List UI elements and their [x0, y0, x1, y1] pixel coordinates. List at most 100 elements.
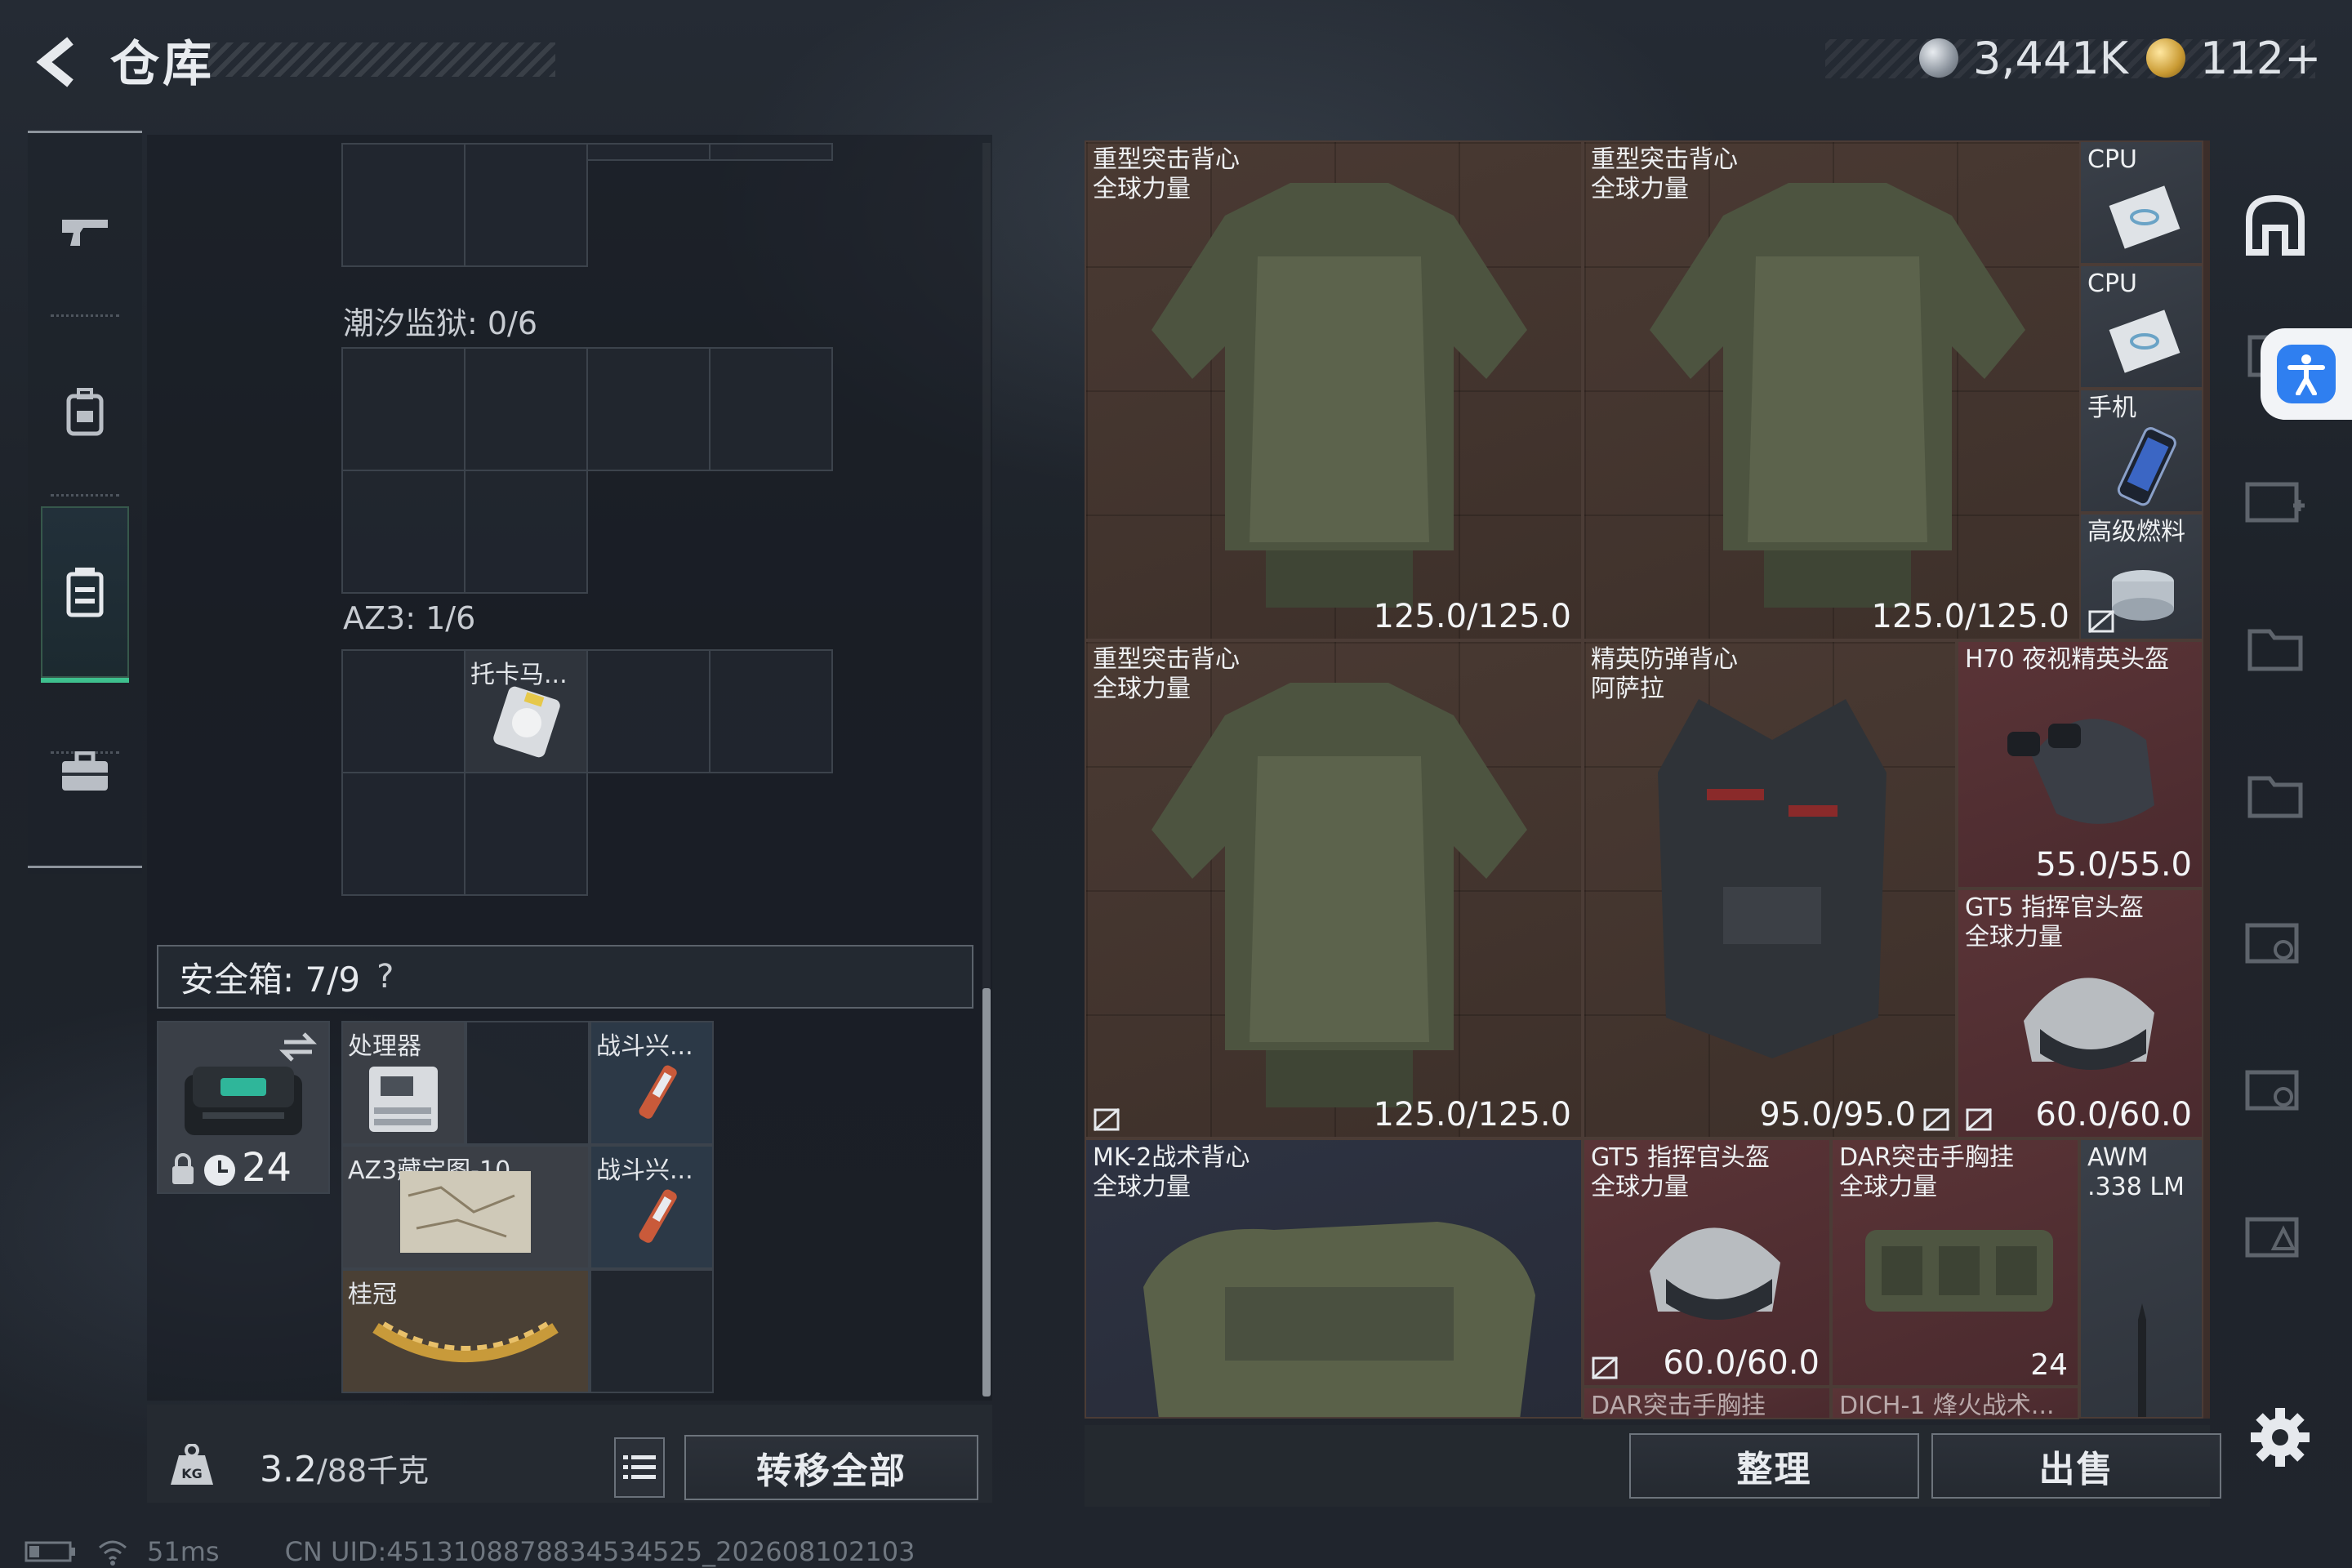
item-tile[interactable]: AWM .338 LM — [2079, 1138, 2203, 1419]
tidal-prison-label: 潮汐监狱: 0/6 — [343, 305, 538, 341]
safe-box-container[interactable]: 24天 — [157, 1021, 330, 1194]
safe-box-icon — [185, 1067, 302, 1135]
grid-cell[interactable] — [590, 1269, 714, 1393]
grid-cell[interactable] — [341, 772, 466, 896]
lock-icon — [172, 1153, 194, 1184]
item-tile[interactable]: H70 夜视精英头盔 55.0/55.0 — [1957, 640, 2203, 889]
item-tile[interactable]: 重型突击背心 全球力量 125.0/125.0 — [1085, 140, 1583, 640]
item-tile[interactable]: 重型突击背心 全球力量 125.0/125.0 — [1583, 140, 2081, 640]
list-view-button[interactable] — [614, 1437, 665, 1498]
weight-value: 3.2 — [260, 1449, 317, 1490]
tokamak-icon — [493, 686, 560, 758]
item-tile[interactable]: DAR突击手胸挂 全球力量 24 — [1831, 1138, 2079, 1387]
durability: 60.0/60.0 — [1663, 1344, 1820, 1382]
sell-button[interactable]: 出售 — [1931, 1433, 2221, 1499]
medkit-icon — [2245, 482, 2305, 523]
grid-cell[interactable] — [464, 470, 588, 594]
stash-scroll-thumb[interactable] — [982, 988, 991, 1396]
accessibility-icon-bg — [2277, 345, 2336, 403]
elite-vest-icon — [1658, 699, 1886, 1058]
grid-cell[interactable] — [586, 143, 710, 161]
durability: 55.0/55.0 — [2035, 846, 2192, 884]
item-name: AWM .338 LM — [2087, 1143, 2185, 1201]
wifi-icon — [99, 1540, 127, 1566]
az3-label: AZ3: 1/6 — [343, 600, 476, 636]
combat-stim-item[interactable]: 战斗兴... — [590, 1021, 714, 1145]
grid-cell[interactable] — [341, 649, 466, 773]
nav-sep — [51, 314, 119, 317]
durability: 125.0/125.0 — [1871, 598, 2070, 635]
grid-cell[interactable] — [466, 1021, 590, 1145]
back-button[interactable] — [24, 29, 90, 95]
grid-cell[interactable] — [709, 347, 833, 471]
item-tile[interactable]: CPU — [2079, 265, 2203, 389]
home-base-tab[interactable] — [2236, 184, 2314, 265]
grid-cell[interactable] — [709, 143, 833, 161]
container-tab-3[interactable] — [2236, 608, 2314, 690]
map-icon — [400, 1171, 531, 1253]
container-tab-6[interactable] — [2236, 1049, 2314, 1131]
tactical-vest-icon — [1143, 1222, 1535, 1417]
grid-cell[interactable] — [464, 143, 588, 267]
grid-cell[interactable] — [464, 772, 588, 896]
item-name: 处理器 — [348, 1032, 421, 1061]
back-arrow-icon — [36, 37, 74, 87]
item-name: 手机 — [2087, 394, 2136, 422]
item-tile[interactable]: GT5 指挥官头盔 全球力量 60.0/60.0 — [1583, 1138, 1831, 1387]
processor-item[interactable]: 处理器 — [341, 1021, 466, 1145]
grid-cell[interactable] — [341, 143, 466, 267]
battery-icon — [24, 1541, 75, 1562]
nav-safe-box[interactable] — [44, 719, 126, 825]
nav-weapons[interactable] — [44, 180, 126, 286]
grid-cell[interactable] — [341, 470, 466, 594]
item-tile[interactable]: DICH-1 烽火战术... — [1831, 1387, 2079, 1419]
container-panel: 重型突击背心 全球力量 125.0/125.0 重型突击背心 全球力量 125.… — [1085, 140, 2210, 1419]
item-tile[interactable]: 高级燃料 — [2079, 513, 2203, 640]
item-tile[interactable]: GT5 指挥官头盔 全球力量 60.0/60.0 — [1957, 889, 2203, 1138]
no-insure-icon — [1592, 1356, 1618, 1380]
item-tile[interactable]: MK-2战术背心 全球力量 — [1085, 1138, 1583, 1419]
left-nav — [28, 131, 142, 874]
phone-icon — [2117, 427, 2176, 506]
gold-currency[interactable]: 112+ — [2146, 29, 2321, 87]
grid-cell[interactable] — [709, 649, 833, 773]
help-button[interactable]: ? — [376, 958, 394, 996]
grid-cell[interactable] — [341, 347, 466, 471]
durability: 60.0/60.0 — [2035, 1096, 2192, 1134]
item-name: DAR突击手胸挂 全球力量 — [1839, 1143, 2014, 1201]
item-tile[interactable]: 重型突击背心 全球力量 125.0/125.0 — [1085, 640, 1583, 1138]
no-insure-icon — [1966, 1107, 1992, 1132]
weight-readout: 3.2/88千克 — [260, 1446, 429, 1490]
silver-currency: 3,441K — [1919, 29, 2128, 87]
item-tile[interactable]: 手机 — [2079, 389, 2203, 513]
accessibility-button[interactable] — [2261, 328, 2352, 420]
combat-stim-item[interactable]: 战斗兴... — [590, 1145, 714, 1269]
gear-icon[interactable] — [2247, 1405, 2313, 1470]
commander-helmet-icon — [2024, 978, 2154, 1070]
gold-coin-icon — [2146, 38, 2185, 78]
slot-count: 24 — [2030, 1348, 2068, 1382]
container-tab-4[interactable] — [2236, 755, 2314, 837]
grid-cell[interactable] — [586, 649, 710, 773]
tokamak-item[interactable]: 托卡马... — [464, 649, 588, 773]
nav-backpack[interactable] — [44, 359, 126, 466]
container-tab-7[interactable] — [2236, 1196, 2314, 1278]
syringe-icon — [639, 1189, 677, 1243]
laurel-crown-item[interactable]: 桂冠 — [341, 1269, 590, 1393]
folder-icon — [2247, 776, 2303, 818]
item-tile[interactable]: DAR突击手胸挂 — [1583, 1387, 1831, 1419]
slot-count-readout: 24 — [2030, 1348, 2068, 1382]
arrange-button[interactable]: 整理 — [1629, 1433, 1919, 1499]
container-tab-5[interactable] — [2236, 902, 2314, 984]
item-name: 精英防弹背心 阿萨拉 — [1591, 645, 1738, 703]
item-tile[interactable]: CPU — [2079, 140, 2203, 265]
treasure-map-item[interactable]: AZ3藏宝图-10 — [341, 1145, 590, 1269]
status-bar: 51ms CN UID:4513108878834534525_20260810… — [24, 1535, 1250, 1568]
container-tab-2[interactable] — [2236, 461, 2314, 543]
item-tile[interactable]: 精英防弹背心 阿萨拉 95.0/95.0 — [1583, 640, 1957, 1138]
folder-icon — [2247, 629, 2303, 671]
grid-cell[interactable] — [586, 347, 710, 471]
grid-cell[interactable] — [464, 347, 588, 471]
transfer-all-button[interactable]: 转移全部 — [684, 1435, 978, 1500]
nav-chest-rig[interactable] — [41, 506, 129, 683]
